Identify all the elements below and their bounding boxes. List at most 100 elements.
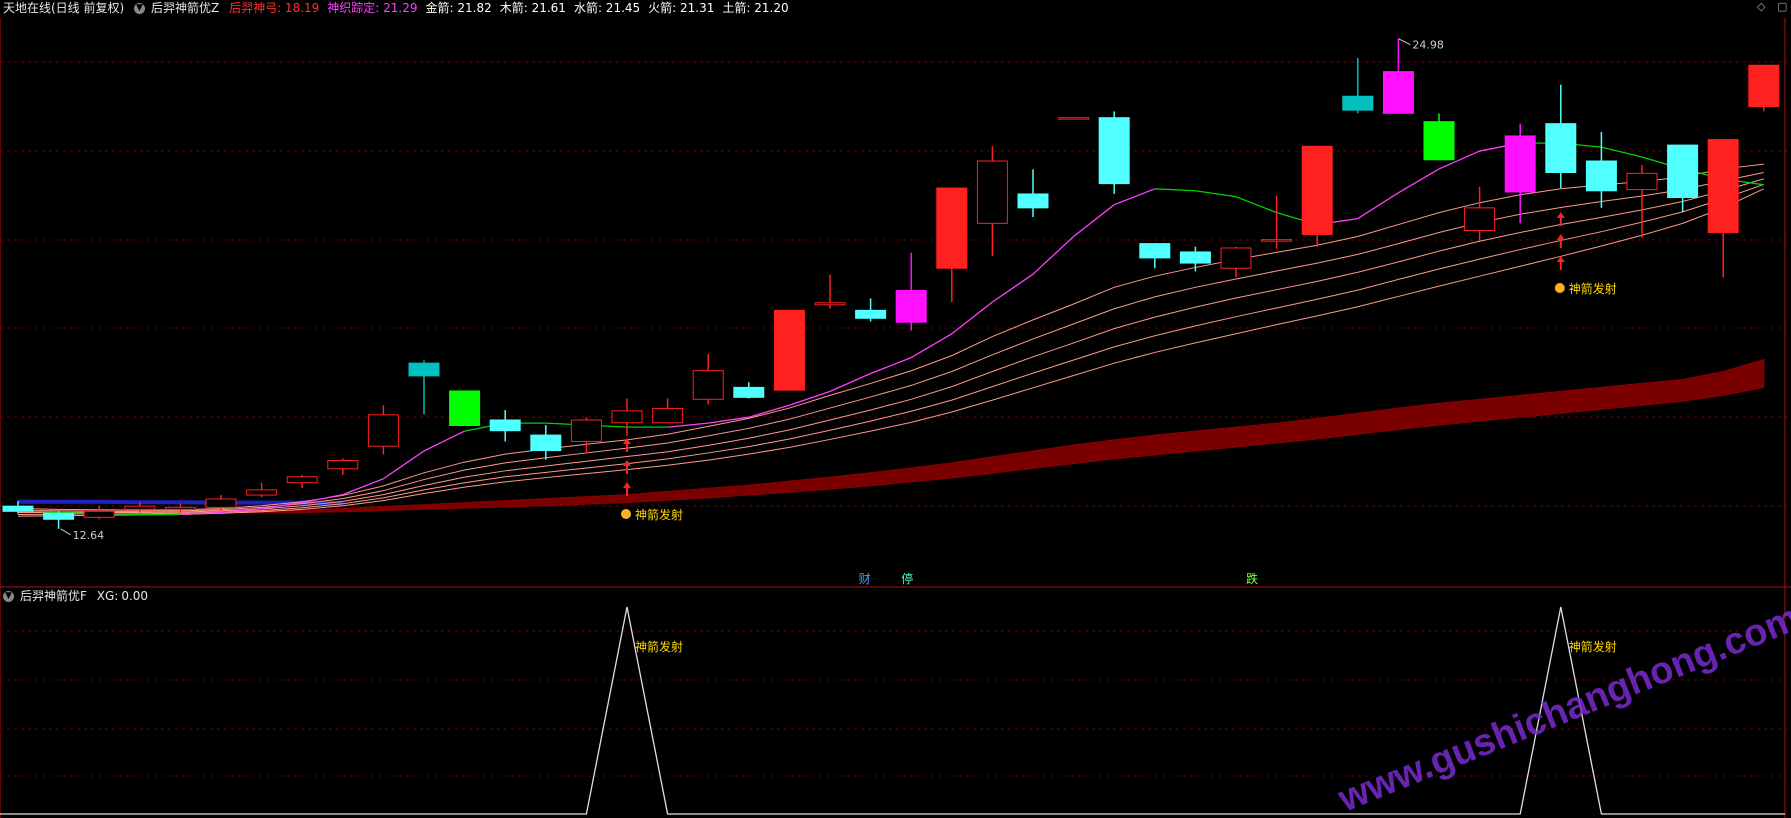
- signal-arrowhead: [1556, 234, 1565, 240]
- candle-22: [895, 252, 927, 331]
- indicator-name: 后羿神箭优Z: [151, 1, 220, 15]
- trend-band: [17, 358, 1765, 514]
- ma-segment: [1154, 188, 1196, 192]
- high-pointer: [1398, 38, 1411, 46]
- candle-18: [733, 382, 765, 399]
- candle-body: [611, 410, 643, 424]
- candle-body: [652, 407, 684, 424]
- candle-body: [83, 510, 115, 518]
- candles: [2, 38, 1780, 529]
- candle-14: [570, 417, 602, 454]
- candle-1: [43, 511, 75, 529]
- metric-6: 土箭: 21.20: [722, 1, 789, 15]
- hand-icon: [1554, 283, 1565, 293]
- ma-segment: [1601, 146, 1643, 158]
- candle-body: [246, 489, 278, 496]
- candle-21: [855, 298, 887, 322]
- candle-body: [1342, 95, 1374, 111]
- candle-7: [286, 474, 318, 488]
- candle-body: [164, 506, 196, 510]
- candle-41: [1667, 144, 1699, 212]
- sub-header: ▼ 后羿神箭优F XG: 0.00: [3, 588, 154, 604]
- candle-body: [1098, 117, 1130, 185]
- trend-band-area: [17, 358, 1765, 514]
- high-label: 24.98: [1412, 39, 1444, 52]
- candle-38: [1545, 84, 1577, 189]
- low-pointer: [60, 528, 71, 536]
- stock-title: 天地在线(日线 前复权): [3, 1, 125, 15]
- candle-body: [408, 362, 440, 377]
- metric-2: 金箭: 21.82: [425, 1, 492, 15]
- candle-body: [855, 309, 887, 319]
- candle-20: [814, 274, 846, 309]
- metric-5: 火箭: 21.31: [648, 1, 715, 15]
- ma-segment: [1398, 168, 1440, 194]
- candle-body: [2, 505, 34, 512]
- candle-26: [1058, 117, 1090, 120]
- ribbon-line-0: [17, 163, 1764, 511]
- sub-collapse-toggle-icon[interactable]: ▼: [3, 591, 14, 602]
- candle-body: [205, 498, 237, 508]
- marker-cai: 财: [859, 572, 871, 586]
- candle-35: [1423, 113, 1455, 161]
- candle-body: [1545, 123, 1577, 174]
- signal-arrowhead: [623, 482, 631, 488]
- metrics-list: 后羿神弓: 18.19 神织踪定: 21.29 金箭: 21.82 木箭: 21.61…: [229, 1, 797, 15]
- marker-ting: 停: [901, 571, 913, 586]
- signal-arrowhead: [623, 438, 631, 444]
- candle-body: [367, 414, 399, 447]
- candle-body: [814, 302, 846, 306]
- candle-body: [570, 419, 602, 442]
- candle-body: [733, 386, 765, 398]
- candle-23: [936, 187, 968, 302]
- candle-body: [1667, 144, 1699, 199]
- candle-31: [1261, 195, 1293, 249]
- candle-34: [1382, 38, 1414, 114]
- candle-body: [1179, 251, 1211, 264]
- candle-8: [327, 458, 359, 475]
- metric-3: 木箭: 21.61: [499, 1, 566, 15]
- metric-1: 神织踪定: 21.29: [327, 1, 418, 15]
- candle-body: [489, 419, 521, 432]
- chart-canvas: 24.9812.64神箭发射神箭发射财停跌 神箭发射 神箭发射 www.gushi…: [0, 18, 1791, 818]
- candle-body: [1626, 172, 1658, 191]
- ribbon-line-1: [17, 172, 1764, 512]
- candle-body: [530, 434, 562, 452]
- marker-die: 跌: [1246, 571, 1258, 586]
- metric-4: 水箭: 21.45: [573, 1, 641, 15]
- candle-36: [1464, 186, 1496, 241]
- ma-segment: [1235, 196, 1277, 214]
- candle-15: [611, 398, 643, 436]
- candle-13: [530, 425, 562, 460]
- ma-segment: [748, 404, 790, 418]
- candle-body: [449, 390, 481, 427]
- candle-body: [895, 289, 927, 323]
- watermark-text: www.gushichanghong.com: [1332, 597, 1791, 818]
- candle-29: [1179, 246, 1211, 272]
- candle-11: [449, 390, 481, 427]
- window-icon[interactable]: ▢: [1777, 0, 1787, 13]
- diamond-icon[interactable]: ◇: [1757, 0, 1765, 13]
- candle-25: [1017, 169, 1049, 217]
- arrow-ribbon: [17, 163, 1765, 517]
- signal-label: 神箭发射: [1569, 281, 1617, 296]
- ma-segment: [910, 333, 953, 359]
- ribbon-line-4: [17, 188, 1765, 517]
- candle-body: [1504, 135, 1536, 193]
- candle-body: [692, 370, 724, 400]
- candle-body: [286, 476, 318, 484]
- ma-segment: [1113, 188, 1156, 206]
- candle-body: [1382, 71, 1414, 114]
- ma-segment: [423, 430, 465, 452]
- candle-body: [1017, 193, 1049, 209]
- candle-40: [1626, 164, 1658, 238]
- collapse-toggle-icon[interactable]: ▼: [134, 3, 146, 14]
- ma-segment: [789, 390, 831, 406]
- xg-signal-label: 神箭发射: [1569, 639, 1617, 654]
- sub-indicator-name: 后羿神箭优F: [20, 589, 87, 603]
- candle-10: [408, 360, 440, 415]
- candle-17: [692, 354, 724, 405]
- candle-27: [1098, 111, 1130, 194]
- candle-body: [1748, 64, 1780, 108]
- candle-body: [1585, 160, 1617, 192]
